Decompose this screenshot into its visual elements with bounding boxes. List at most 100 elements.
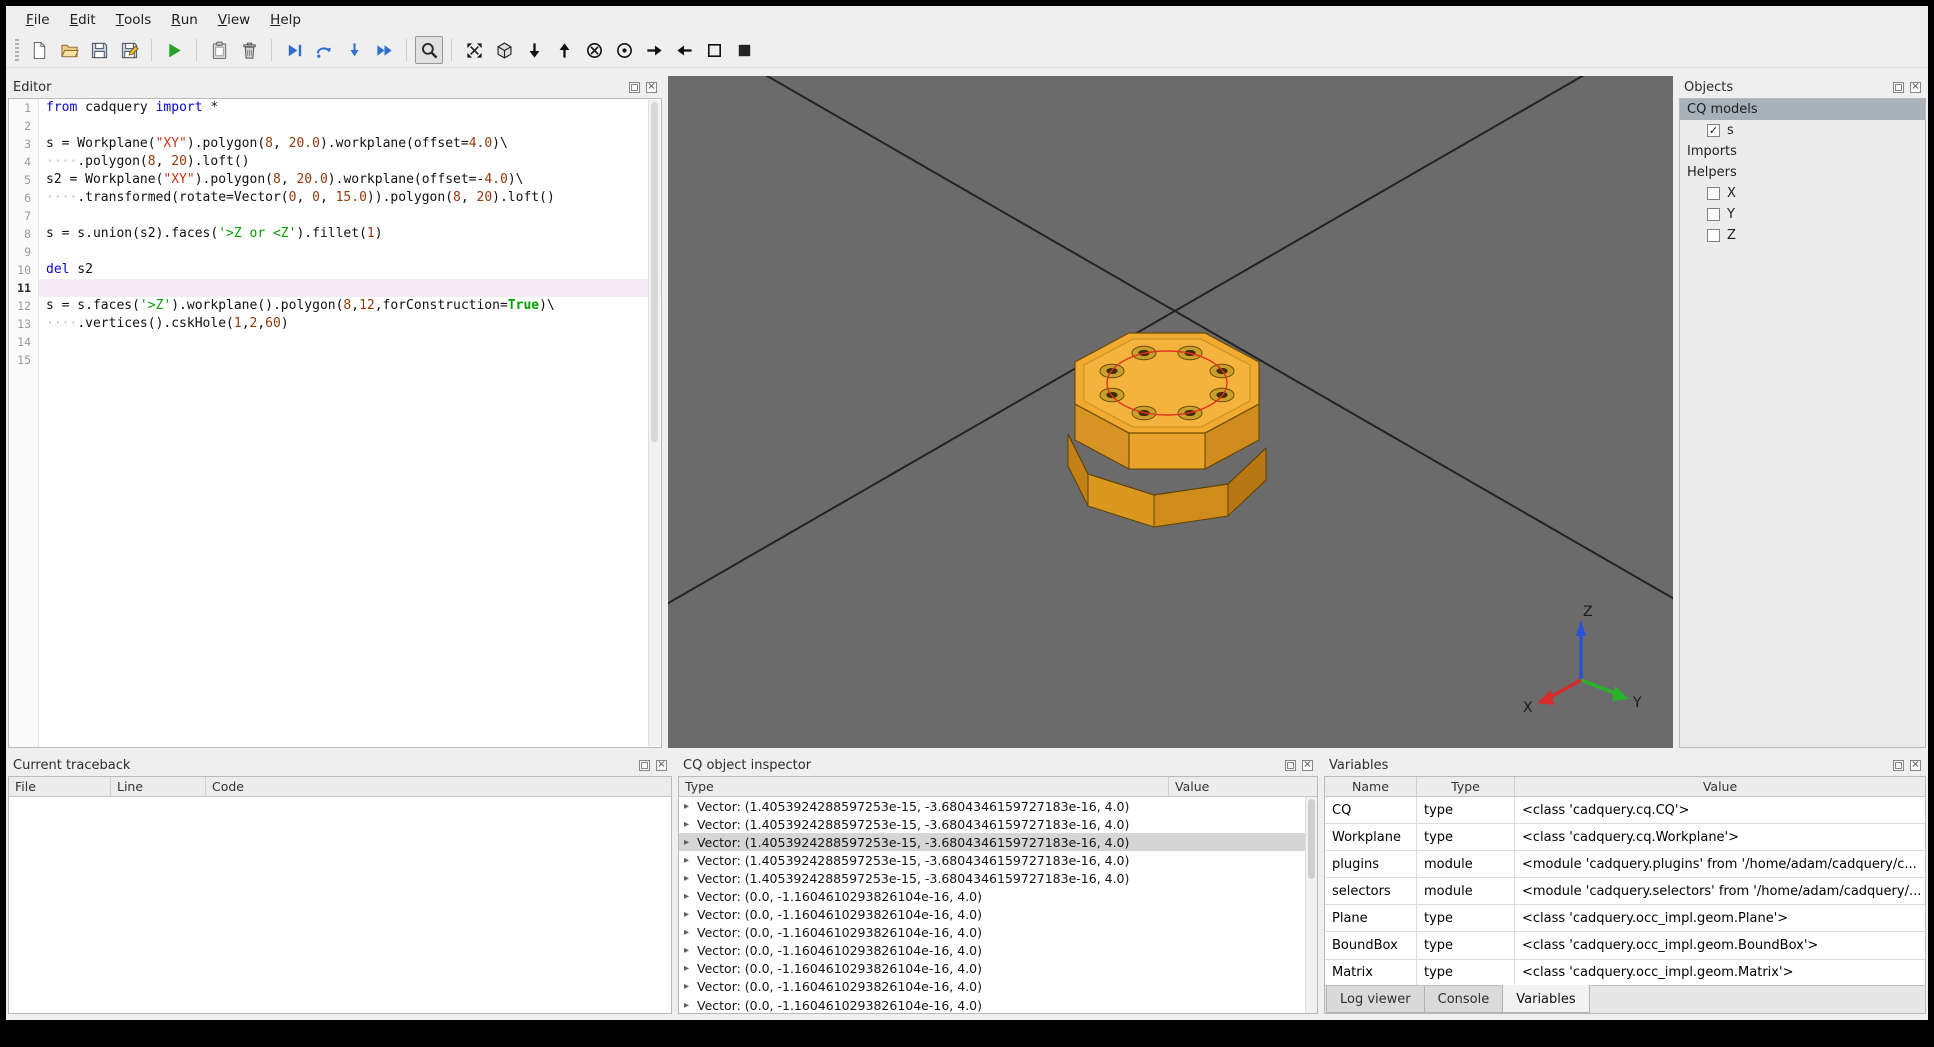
expand-arrow-icon[interactable]: ▸ [684, 891, 697, 902]
shaded-button[interactable] [730, 36, 758, 64]
code-line-4[interactable]: 4 ····.polygon(8, 20).loft() [9, 153, 661, 171]
tree-item-s[interactable]: ✓ s [1680, 120, 1925, 141]
expand-arrow-icon[interactable]: ▸ [684, 819, 697, 830]
tree-item-cq-models[interactable]: CQ models [1680, 99, 1925, 120]
checkbox-y[interactable] [1707, 208, 1720, 221]
inspector-close-icon[interactable]: × [1302, 759, 1313, 771]
code-line-13[interactable]: 13 ····.vertices().cskHole(1,2,60) [9, 315, 661, 333]
inspector-scrollbar-thumb[interactable] [1308, 799, 1315, 879]
expand-arrow-icon[interactable]: ▸ [684, 873, 697, 884]
code-line-12[interactable]: 12 s = s.faces('>Z').workplane().polygon(… [9, 297, 661, 315]
code-line-14[interactable]: 14 [9, 333, 661, 351]
tree-item-z[interactable]: Z [1680, 225, 1925, 246]
inspector-col-value[interactable]: Value [1169, 777, 1317, 796]
variable-row-plugins[interactable]: plugins module <module 'cadquery.plugins' … [1325, 851, 1925, 879]
code-line-6[interactable]: 6 ····.transformed(rotate=Vector(0, 0, 15… [9, 189, 661, 207]
code-line-3[interactable]: 3 s = Workplane("XY").polygon(8, 20.0).wo… [9, 135, 661, 153]
objects-float-icon[interactable] [1893, 81, 1904, 93]
editor-float-icon[interactable] [629, 81, 640, 93]
code-line-5[interactable]: 5 s2 = Workplane("XY").polygon(8, 20.0).w… [9, 171, 661, 189]
variable-row-matrix[interactable]: Matrix type <class 'cadquery.occ_impl.geom… [1325, 959, 1925, 985]
variable-row-cq[interactable]: CQ type <class 'cadquery.cq.CQ'> [1325, 797, 1925, 825]
code-line-10[interactable]: 10 del s2 [9, 261, 661, 279]
code-line-9[interactable]: 9 [9, 243, 661, 261]
fit-view-button[interactable] [460, 36, 488, 64]
view-right-button[interactable] [640, 36, 668, 64]
debug-button[interactable] [280, 36, 308, 64]
view-back-button[interactable] [610, 36, 638, 64]
paste-button[interactable] [205, 36, 233, 64]
menu-view[interactable]: View [208, 6, 260, 33]
view-front-button[interactable] [580, 36, 608, 64]
view-top-button[interactable] [550, 36, 578, 64]
traceback-close-icon[interactable]: × [656, 759, 667, 771]
inspector-row[interactable]: ▸ Vector: (0.0, -1.1604610293826104e-16, … [679, 978, 1317, 996]
toolbar-drag-handle[interactable] [15, 39, 19, 61]
tree-item-y[interactable]: Y [1680, 204, 1925, 225]
expand-arrow-icon[interactable]: ▸ [684, 1000, 697, 1011]
menu-file[interactable]: File [16, 6, 60, 33]
continue-button[interactable] [370, 36, 398, 64]
screenshot-button[interactable] [415, 36, 443, 64]
menu-help[interactable]: Help [260, 6, 311, 33]
tree-item-x[interactable]: X [1680, 183, 1925, 204]
inspector-row[interactable]: ▸ Vector: (0.0, -1.1604610293826104e-16, … [679, 942, 1317, 960]
expand-arrow-icon[interactable]: ▸ [684, 945, 697, 956]
expand-arrow-icon[interactable]: ▸ [684, 837, 697, 848]
step-over-button[interactable] [310, 36, 338, 64]
tree-item-imports[interactable]: Imports [1680, 141, 1925, 162]
inspector-row[interactable]: ▸ Vector: (1.4053924288597253e-15, -3.680… [679, 815, 1317, 833]
objects-close-icon[interactable]: × [1910, 81, 1921, 93]
tab-log-viewer[interactable]: Log viewer [1326, 986, 1425, 1013]
expand-arrow-icon[interactable]: ▸ [684, 801, 697, 812]
code-line-7[interactable]: 7 [9, 207, 661, 225]
inspector-row[interactable]: ▸ Vector: (0.0, -1.1604610293826104e-16, … [679, 887, 1317, 905]
expand-arrow-icon[interactable]: ▸ [684, 963, 697, 974]
save-button[interactable] [85, 36, 113, 64]
variables-float-icon[interactable] [1893, 759, 1904, 771]
variables-col-value[interactable]: Value [1515, 777, 1925, 796]
open-file-button[interactable] [55, 36, 83, 64]
inspector-row[interactable]: ▸ Vector: (0.0, -1.1604610293826104e-16, … [679, 996, 1317, 1013]
code-line-15[interactable]: 15 [9, 351, 661, 369]
save-as-button[interactable] [115, 36, 143, 64]
inspector-scrollbar[interactable] [1305, 797, 1317, 1013]
inspector-row[interactable]: ▸ Vector: (0.0, -1.1604610293826104e-16, … [679, 924, 1317, 942]
step-into-button[interactable] [340, 36, 368, 64]
render-button[interactable] [160, 36, 188, 64]
menu-tools[interactable]: Tools [106, 6, 162, 33]
traceback-col-code[interactable]: Code [206, 777, 671, 796]
tab-variables[interactable]: Variables [1502, 985, 1590, 1013]
variables-close-icon[interactable]: × [1910, 759, 1921, 771]
menu-run[interactable]: Run [161, 6, 208, 33]
editor-scrollbar-thumb[interactable] [651, 102, 658, 442]
expand-arrow-icon[interactable]: ▸ [684, 981, 697, 992]
checkbox-x[interactable] [1707, 187, 1720, 200]
inspector-row[interactable]: ▸ Vector: (0.0, -1.1604610293826104e-16, … [679, 960, 1317, 978]
checkbox-s[interactable]: ✓ [1707, 124, 1720, 137]
code-line-1[interactable]: 1 from cadquery import * [9, 99, 661, 117]
traceback-col-line[interactable]: Line [111, 777, 206, 796]
inspector-row[interactable]: ▸ Vector: (1.4053924288597253e-15, -3.680… [679, 833, 1317, 852]
variables-col-type[interactable]: Type [1417, 777, 1515, 796]
inspector-col-type[interactable]: Type [679, 777, 1169, 796]
expand-arrow-icon[interactable]: ▸ [684, 927, 697, 938]
inspector-row[interactable]: ▸ Vector: (1.4053924288597253e-15, -3.680… [679, 851, 1317, 869]
code-line-2[interactable]: 2 [9, 117, 661, 135]
expand-arrow-icon[interactable]: ▸ [684, 909, 697, 920]
editor-close-icon[interactable]: × [646, 81, 657, 93]
traceback-col-file[interactable]: File [9, 777, 111, 796]
variable-row-plane[interactable]: Plane type <class 'cadquery.occ_impl.geom.… [1325, 905, 1925, 933]
inspector-row[interactable]: ▸ Vector: (1.4053924288597253e-15, -3.680… [679, 869, 1317, 887]
variable-row-workplane[interactable]: Workplane type <class 'cadquery.cq.Workpla… [1325, 824, 1925, 852]
code-editor[interactable]: 1 from cadquery import * 2 3 s = Workplane("… [8, 98, 662, 748]
viewport-3d[interactable]: Z Y X [668, 76, 1673, 748]
variable-row-boundbox[interactable]: BoundBox type <class 'cadquery.occ_impl.ge… [1325, 932, 1925, 960]
editor-scrollbar[interactable] [648, 100, 660, 746]
view-left-button[interactable] [670, 36, 698, 64]
code-line-11[interactable]: 11 [9, 279, 661, 297]
new-file-button[interactable] [25, 36, 53, 64]
expand-arrow-icon[interactable]: ▸ [684, 855, 697, 866]
checkbox-z[interactable] [1707, 229, 1720, 242]
tab-console[interactable]: Console [1423, 986, 1504, 1013]
